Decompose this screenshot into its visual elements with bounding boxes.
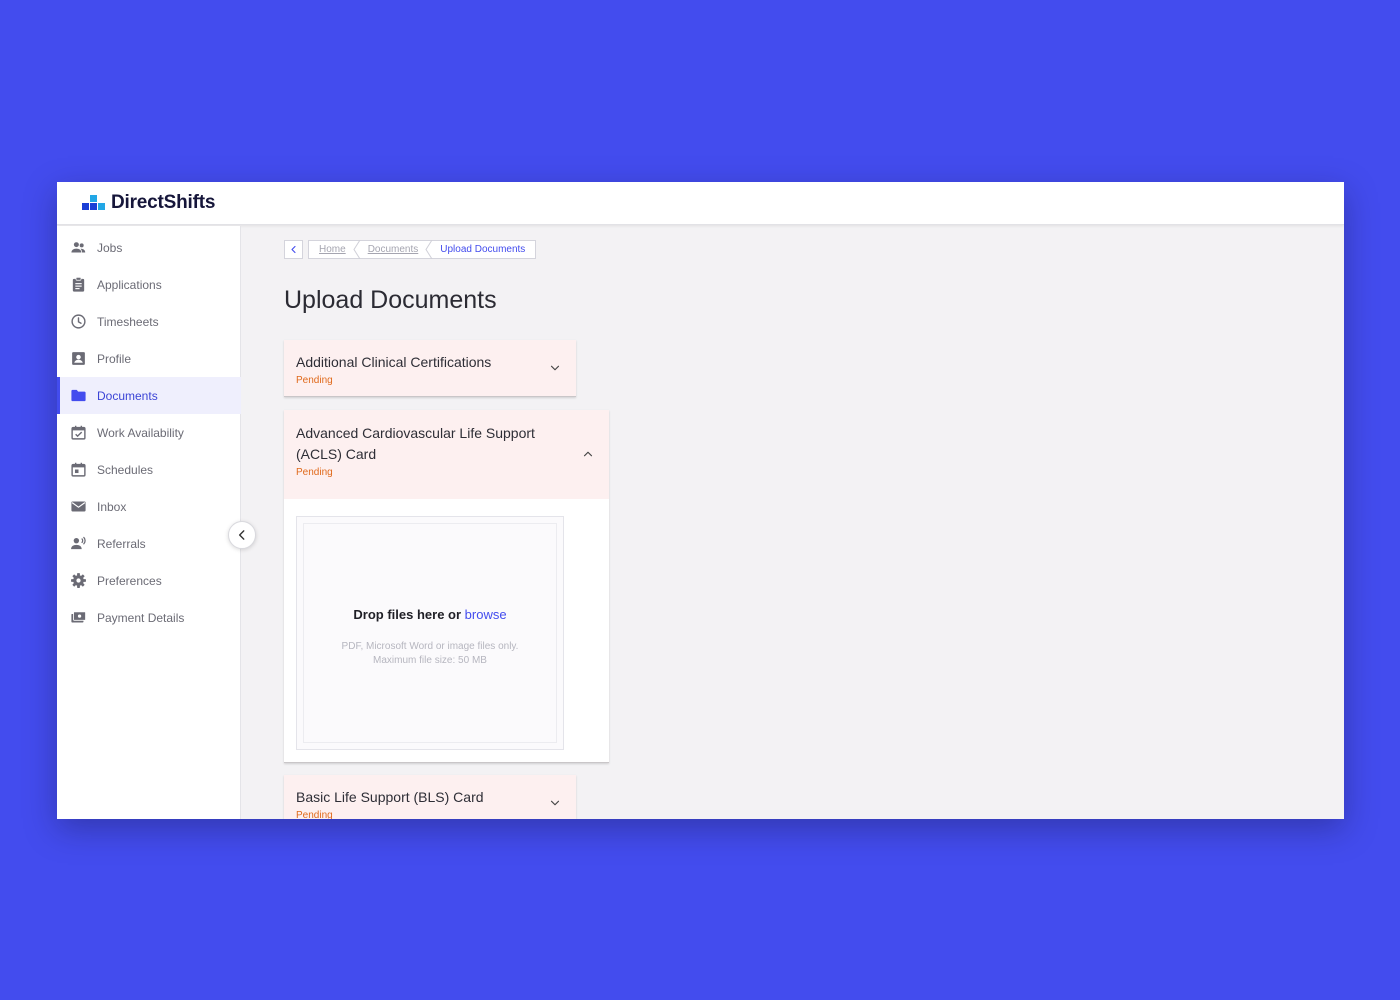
sidebar-item-jobs[interactable]: Jobs	[57, 229, 241, 266]
sidebar-item-label: Inbox	[97, 499, 127, 514]
sidebar-item-schedules[interactable]: Schedules	[57, 451, 241, 488]
file-type-hint: PDF, Microsoft Word or image files only.…	[342, 640, 519, 668]
back-button[interactable]	[284, 240, 303, 259]
sidebar-item-work-availability[interactable]: Work Availability	[57, 414, 241, 451]
document-title-line-2: (ACLS) Card	[296, 446, 377, 462]
sidebar-item-payment-details[interactable]: Payment Details	[57, 599, 241, 636]
hint-line-2: Maximum file size: 50 MB	[373, 654, 487, 666]
sidebar-item-label: Jobs	[97, 240, 123, 255]
drop-text: Drop files here or	[353, 606, 462, 622]
sidebar-item-label: Payment Details	[97, 610, 185, 625]
logo-mark-icon	[82, 195, 106, 211]
breadcrumb-documents[interactable]: Documents	[368, 244, 419, 255]
main-content: Home Documents Upload Documents Upload D…	[242, 226, 1344, 819]
accordion-header[interactable]: Additional Clinical Certifications Pendi…	[284, 340, 576, 386]
chevron-left-icon	[238, 530, 245, 540]
sidebar-item-inbox[interactable]: Inbox	[57, 488, 241, 525]
document-title: Additional Clinical Certifications	[296, 354, 492, 370]
clock-icon	[70, 313, 87, 330]
sidebar-item-referrals[interactable]: Referrals	[57, 525, 241, 562]
calendar-check-icon	[70, 424, 87, 441]
sidebar-item-label: Referrals	[97, 536, 146, 551]
sidebar-item-label: Timesheets	[97, 314, 159, 329]
chevron-down-icon[interactable]	[548, 361, 562, 375]
accordion-header[interactable]: Basic Life Support (BLS) Card Pending	[284, 775, 576, 819]
dropzone-area[interactable]: Drop files here or browse PDF, Microsoft…	[303, 523, 557, 743]
browse-link[interactable]: browse	[465, 607, 507, 622]
breadcrumb: Home Documents Upload Documents	[284, 240, 537, 259]
sidebar: Jobs Applications Timesheets Profile Doc…	[57, 226, 241, 819]
status-badge: Pending	[296, 375, 333, 386]
logo[interactable]: DirectShifts	[82, 192, 215, 214]
drop-instructions: Drop files here or browse	[353, 607, 506, 622]
document-title-line-1: Advanced Cardiovascular Life Support	[296, 425, 535, 441]
chevron-up-icon[interactable]	[581, 447, 595, 461]
payment-icon	[70, 609, 87, 626]
page-title: Upload Documents	[284, 286, 497, 314]
sidebar-item-label: Applications	[97, 277, 162, 292]
breadcrumb-separator-icon	[424, 240, 434, 259]
document-accordion-acls: Advanced Cardiovascular Life Support (AC…	[284, 410, 609, 763]
sidebar-item-applications[interactable]: Applications	[57, 266, 241, 303]
app-window: DirectShifts Jobs Applications Timesheet…	[57, 182, 1344, 819]
collapse-sidebar-button[interactable]	[228, 521, 256, 549]
clipboard-icon	[70, 276, 87, 293]
people-icon	[70, 239, 87, 256]
breadcrumb-current: Upload Documents	[440, 244, 526, 255]
mail-icon	[70, 498, 87, 515]
file-dropzone[interactable]: Drop files here or browse PDF, Microsoft…	[296, 516, 564, 750]
document-accordion-bls[interactable]: Basic Life Support (BLS) Card Pending	[284, 775, 576, 819]
sidebar-item-label: Preferences	[97, 573, 162, 588]
status-badge: Pending	[296, 810, 333, 819]
accordion-header[interactable]: Advanced Cardiovascular Life Support (AC…	[284, 410, 609, 499]
breadcrumb-home[interactable]: Home	[319, 244, 346, 255]
breadcrumb-trail: Home Documents Upload Documents	[308, 240, 537, 259]
folder-icon	[70, 387, 87, 404]
sidebar-item-timesheets[interactable]: Timesheets	[57, 303, 241, 340]
chevron-left-icon	[291, 245, 296, 254]
sidebar-item-label: Profile	[97, 351, 132, 366]
status-badge: Pending	[296, 467, 333, 478]
gear-icon	[70, 572, 87, 589]
hint-line-1: PDF, Microsoft Word or image files only.	[341, 640, 519, 652]
sidebar-item-label: Work Availability	[97, 425, 184, 440]
referral-icon	[70, 535, 87, 552]
brand-name: DirectShifts	[111, 192, 216, 213]
sidebar-item-label: Documents	[97, 388, 158, 403]
chevron-down-icon[interactable]	[548, 796, 562, 810]
breadcrumb-separator-icon	[352, 240, 362, 259]
sidebar-item-preferences[interactable]: Preferences	[57, 562, 241, 599]
sidebar-item-profile[interactable]: Profile	[57, 340, 241, 377]
sidebar-item-label: Schedules	[97, 462, 154, 477]
sidebar-item-documents[interactable]: Documents	[57, 377, 241, 414]
document-accordion-additional-certifications[interactable]: Additional Clinical Certifications Pendi…	[284, 340, 576, 397]
profile-icon	[70, 350, 87, 367]
document-title: Basic Life Support (BLS) Card	[296, 789, 484, 805]
top-bar: DirectShifts	[57, 182, 1344, 225]
calendar-icon	[70, 461, 87, 478]
